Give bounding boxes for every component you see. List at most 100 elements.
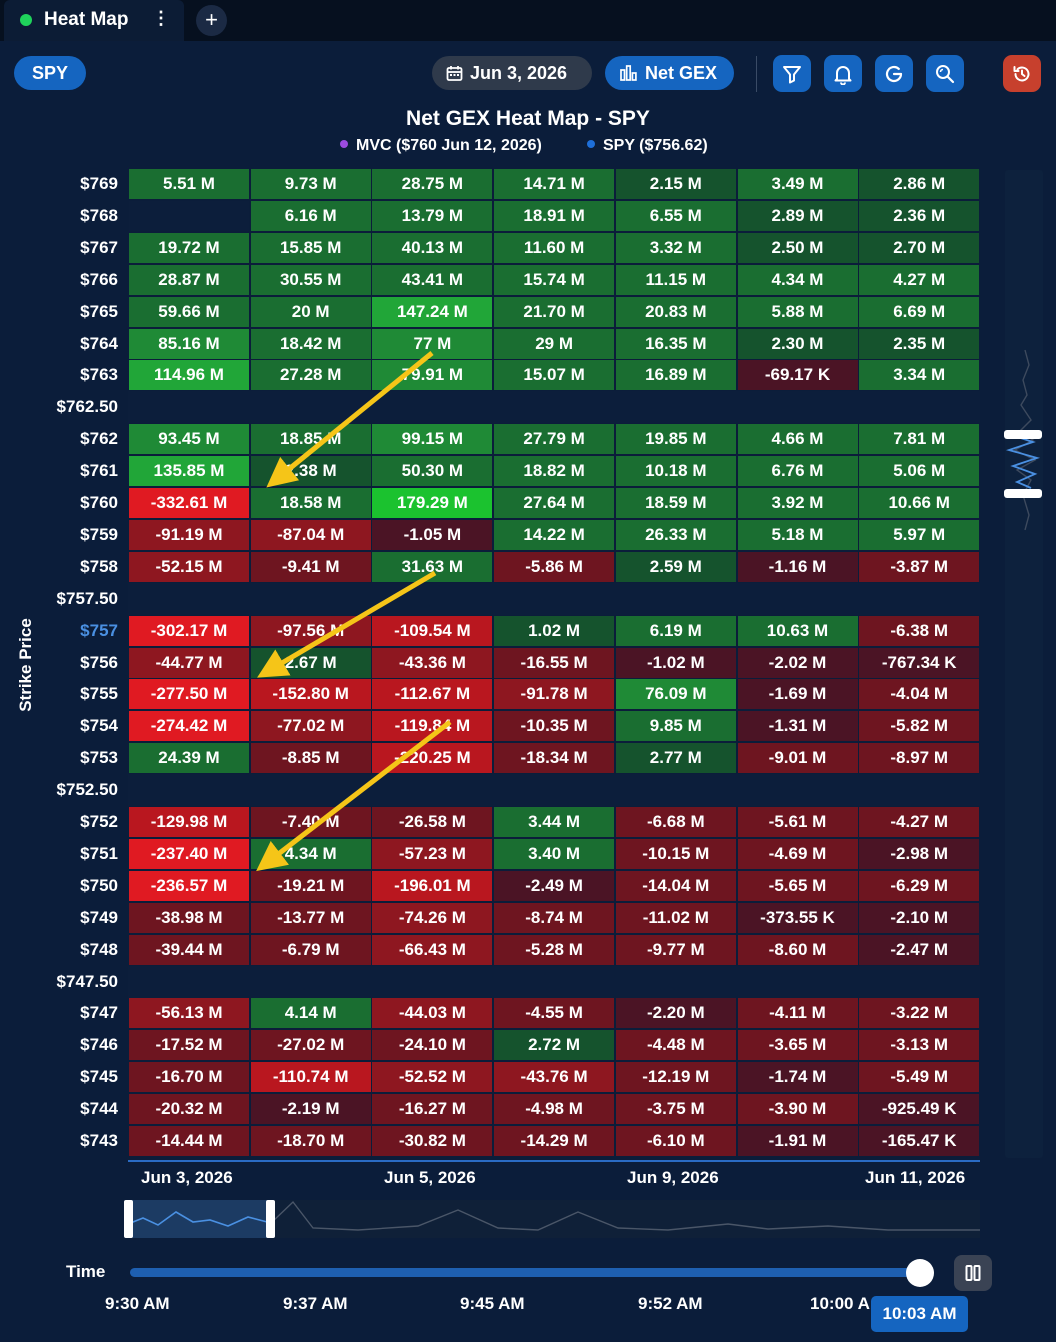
heatmap-cell[interactable]: -3.90 M — [737, 1094, 858, 1125]
scroll-handle-top[interactable] — [1004, 430, 1042, 439]
heatmap-cell[interactable]: -27.02 M — [250, 1030, 371, 1061]
heatmap-cell[interactable]: 4.14 M — [250, 998, 371, 1029]
heatmap-cell[interactable]: 10.63 M — [737, 615, 858, 646]
heatmap-cell[interactable] — [129, 200, 249, 231]
heatmap-cell[interactable]: 9.73 M — [250, 169, 371, 199]
heatmap-cell[interactable]: 6.76 M — [737, 456, 858, 487]
heatmap-cell[interactable]: -5.61 M — [737, 807, 858, 837]
heatmap-cell[interactable]: 7.81 M — [859, 424, 980, 455]
heatmap-cell[interactable]: 2.50 M — [737, 232, 858, 263]
heatmap-cell[interactable]: -5.65 M — [737, 870, 858, 901]
heatmap-cell[interactable]: -14.04 M — [615, 870, 736, 901]
date-picker-button[interactable]: Jun 3, 2026 — [432, 56, 592, 90]
heatmap-cell[interactable]: -10.35 M — [494, 711, 615, 742]
heatmap-cell[interactable]: -14.44 M — [129, 1126, 249, 1156]
heatmap-cell[interactable]: -1.16 M — [737, 551, 858, 582]
heatmap-cell[interactable]: 2.67 M — [250, 647, 371, 678]
heatmap-cell[interactable]: -152.80 M — [250, 679, 371, 710]
heatmap-cell[interactable]: -6.29 M — [859, 870, 980, 901]
heatmap-cell[interactable]: 15.85 M — [250, 232, 371, 263]
heatmap-cell[interactable]: -8.60 M — [737, 934, 858, 965]
heatmap-cell[interactable]: 2.30 M — [737, 328, 858, 359]
heatmap-cell[interactable]: -3.75 M — [615, 1094, 736, 1125]
heatmap-cell[interactable]: -332.61 M — [129, 488, 249, 518]
heatmap-cell[interactable]: -87.04 M — [250, 519, 371, 550]
heatmap-cell[interactable]: -5.49 M — [859, 1062, 980, 1093]
heatmap-cell[interactable]: -302.17 M — [129, 615, 249, 646]
heatmap-cell[interactable]: 30.55 M — [250, 264, 371, 295]
symbol-selector[interactable]: SPY — [14, 56, 86, 90]
heatmap-cell[interactable]: 29 M — [494, 328, 615, 359]
heatmap-cell[interactable]: -38.98 M — [129, 902, 249, 933]
heatmap-cell[interactable]: 6.55 M — [615, 200, 736, 231]
heatmap-cell[interactable]: -110.74 M — [250, 1062, 371, 1093]
heatmap-cell[interactable]: -5.28 M — [494, 934, 615, 965]
heatmap-cell[interactable]: -11.02 M — [615, 902, 736, 933]
heatmap-cell[interactable]: 4.27 M — [859, 264, 980, 295]
heatmap-cell[interactable]: -26.58 M — [372, 807, 493, 837]
heatmap-cell[interactable]: 5.97 M — [859, 519, 980, 550]
heatmap-cell[interactable]: 14.22 M — [494, 519, 615, 550]
heatmap-cell[interactable]: 4.34 M — [737, 264, 858, 295]
heatmap-cell[interactable]: -2.20 M — [615, 998, 736, 1029]
heatmap-cell[interactable]: -8.74 M — [494, 902, 615, 933]
heatmap-cell[interactable]: -1.69 M — [737, 679, 858, 710]
tab-heat-map[interactable]: Heat Map ⋮ — [4, 0, 184, 41]
heatmap-cell[interactable]: 18.59 M — [615, 488, 736, 518]
heatmap-cell[interactable]: 18.58 M — [250, 488, 371, 518]
heatmap-cell[interactable]: -129.98 M — [129, 807, 249, 837]
heatmap-cell[interactable]: -1.91 M — [737, 1126, 858, 1156]
heatmap-cell[interactable]: -4.11 M — [737, 998, 858, 1029]
heatmap-cell[interactable]: -925.49 K — [859, 1094, 980, 1125]
legend-item-mvc[interactable]: MVC ($760 Jun 12, 2026) — [340, 137, 542, 155]
heatmap-cell[interactable]: 2.59 M — [615, 551, 736, 582]
heatmap-cell[interactable]: 2.35 M — [859, 328, 980, 359]
heatmap-cell[interactable]: 9.85 M — [615, 711, 736, 742]
heatmap-cell[interactable]: -277.50 M — [129, 679, 249, 710]
heatmap-cell[interactable]: -18.70 M — [250, 1126, 371, 1156]
heatmap-cell[interactable]: 5.88 M — [737, 296, 858, 327]
heatmap-cell[interactable]: -8.97 M — [859, 743, 980, 774]
heatmap-cell[interactable]: 27.64 M — [494, 488, 615, 518]
heatmap-cell[interactable]: 3.32 M — [615, 232, 736, 263]
heatmap-cell[interactable]: -74.26 M — [372, 902, 493, 933]
heatmap-cell[interactable]: -16.55 M — [494, 647, 615, 678]
heatmap-cell[interactable]: -165.47 K — [859, 1126, 980, 1156]
heatmap-cell[interactable]: 27.28 M — [250, 360, 371, 391]
heatmap-cell[interactable]: 5.18 M — [737, 519, 858, 550]
heatmap-cell[interactable]: -2.10 M — [859, 902, 980, 933]
heatmap-cell[interactable]: -3.87 M — [859, 551, 980, 582]
search-button[interactable] — [926, 55, 964, 92]
heatmap-cell[interactable]: -44.77 M — [129, 647, 249, 678]
heatmap-cell[interactable]: -18.34 M — [494, 743, 615, 774]
heatmap-cell[interactable]: 15.07 M — [494, 360, 615, 391]
heatmap-cell[interactable]: -4.04 M — [859, 679, 980, 710]
heatmap-cell[interactable]: -12.19 M — [615, 1062, 736, 1093]
heatmap-cell[interactable]: -196.01 M — [372, 870, 493, 901]
heatmap-cell[interactable]: -109.54 M — [372, 615, 493, 646]
heatmap-cell[interactable]: 13.79 M — [372, 200, 493, 231]
heatmap-cell[interactable]: 2.70 M — [859, 232, 980, 263]
heatmap-cell[interactable]: -1.31 M — [737, 711, 858, 742]
heatmap-cell[interactable]: -17.52 M — [129, 1030, 249, 1061]
heatmap-cell[interactable]: 18.91 M — [494, 200, 615, 231]
heatmap-cell[interactable]: -97.56 M — [250, 615, 371, 646]
heatmap-cell[interactable]: 20 M — [250, 296, 371, 327]
heatmap-cell[interactable]: 2.15 M — [615, 169, 736, 199]
heatmap-cell[interactable]: 2.77 M — [615, 743, 736, 774]
heatmap-cell[interactable]: 3.34 M — [859, 360, 980, 391]
heatmap-cell[interactable]: -220.25 M — [372, 743, 493, 774]
heatmap-cell[interactable]: -24.10 M — [372, 1030, 493, 1061]
heatmap-cell[interactable]: -6.38 M — [859, 615, 980, 646]
heatmap-cell[interactable]: 43.41 M — [372, 264, 493, 295]
heatmap-cell[interactable]: -112.67 M — [372, 679, 493, 710]
heatmap-cell[interactable]: 19.85 M — [615, 424, 736, 455]
heatmap-cell[interactable]: 147.24 M — [372, 296, 493, 327]
heatmap-cell[interactable]: 15.74 M — [494, 264, 615, 295]
heatmap-cell[interactable]: 18.42 M — [250, 328, 371, 359]
heatmap-cell[interactable]: -9.77 M — [615, 934, 736, 965]
heatmap-cell[interactable]: 3.40 M — [494, 838, 615, 869]
heatmap-cell[interactable]: 59.66 M — [129, 296, 249, 327]
heatmap-cell[interactable]: -274.42 M — [129, 711, 249, 742]
heatmap-cell[interactable]: -3.65 M — [737, 1030, 858, 1061]
